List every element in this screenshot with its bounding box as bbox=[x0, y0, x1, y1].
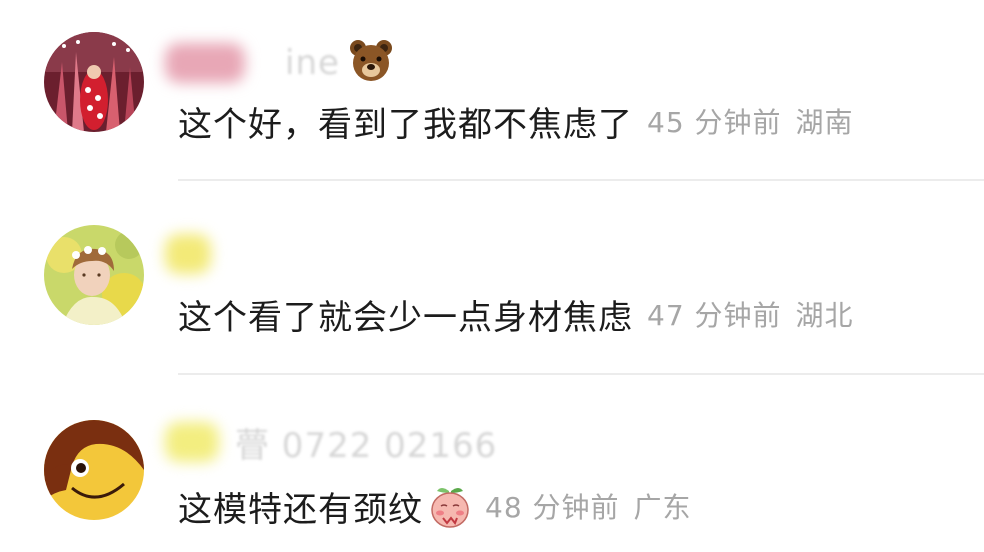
comment-time: 45 分钟前 bbox=[647, 106, 782, 139]
username[interactable]: ine bbox=[285, 43, 340, 83]
avatar[interactable] bbox=[44, 420, 144, 520]
comment-text: 这个看了就会少一点身材焦虑 bbox=[178, 297, 633, 338]
bear-face-icon bbox=[348, 38, 394, 88]
blushing-peach-icon bbox=[427, 483, 473, 529]
username-row[interactable]: 瞢 0722 02166 bbox=[165, 415, 497, 469]
avatar[interactable] bbox=[44, 32, 144, 132]
comment-body: 这模特还有颈纹 48 分钟前 广东 bbox=[178, 480, 692, 532]
comment-item[interactable]: 这个看了就会少一点身材焦虑 47 分钟前 湖北 bbox=[0, 181, 984, 373]
avatar-image bbox=[44, 420, 144, 520]
comment-item[interactable]: 瞢 0722 02166 这模特还有颈纹 48 分钟前 广东 bbox=[0, 375, 984, 552]
comment-text: 这模特还有颈纹 bbox=[178, 489, 423, 530]
comment-body: 这个好，看到了我都不焦虑了 45 分钟前 湖南 bbox=[178, 96, 854, 146]
username-redaction bbox=[165, 43, 245, 83]
comment-time: 47 分钟前 bbox=[647, 299, 782, 332]
comment-location: 湖北 bbox=[795, 299, 854, 332]
comment-location: 湖南 bbox=[795, 106, 854, 139]
avatar-image bbox=[44, 32, 144, 132]
comment-meta: 47 分钟前 湖北 bbox=[647, 294, 854, 334]
username-redaction bbox=[165, 422, 219, 462]
comment-item[interactable]: ine 这个好，看到了我都不焦虑了 45 分钟前 湖南 bbox=[0, 0, 984, 180]
username-redaction bbox=[165, 234, 211, 274]
avatar-image bbox=[44, 225, 144, 325]
username-row[interactable]: ine bbox=[165, 36, 394, 90]
comment-meta: 45 分钟前 湖南 bbox=[647, 101, 854, 141]
avatar[interactable] bbox=[44, 225, 144, 325]
username-row[interactable] bbox=[165, 227, 211, 281]
comment-location: 广东 bbox=[633, 491, 692, 524]
comment-time: 48 分钟前 bbox=[485, 491, 620, 524]
comment-text: 这个好，看到了我都不焦虑了 bbox=[178, 104, 633, 145]
comment-meta: 48 分钟前 广东 bbox=[485, 486, 692, 526]
username[interactable]: 瞢 0722 02166 bbox=[235, 418, 497, 467]
comment-body: 这个看了就会少一点身材焦虑 47 分钟前 湖北 bbox=[178, 289, 854, 339]
